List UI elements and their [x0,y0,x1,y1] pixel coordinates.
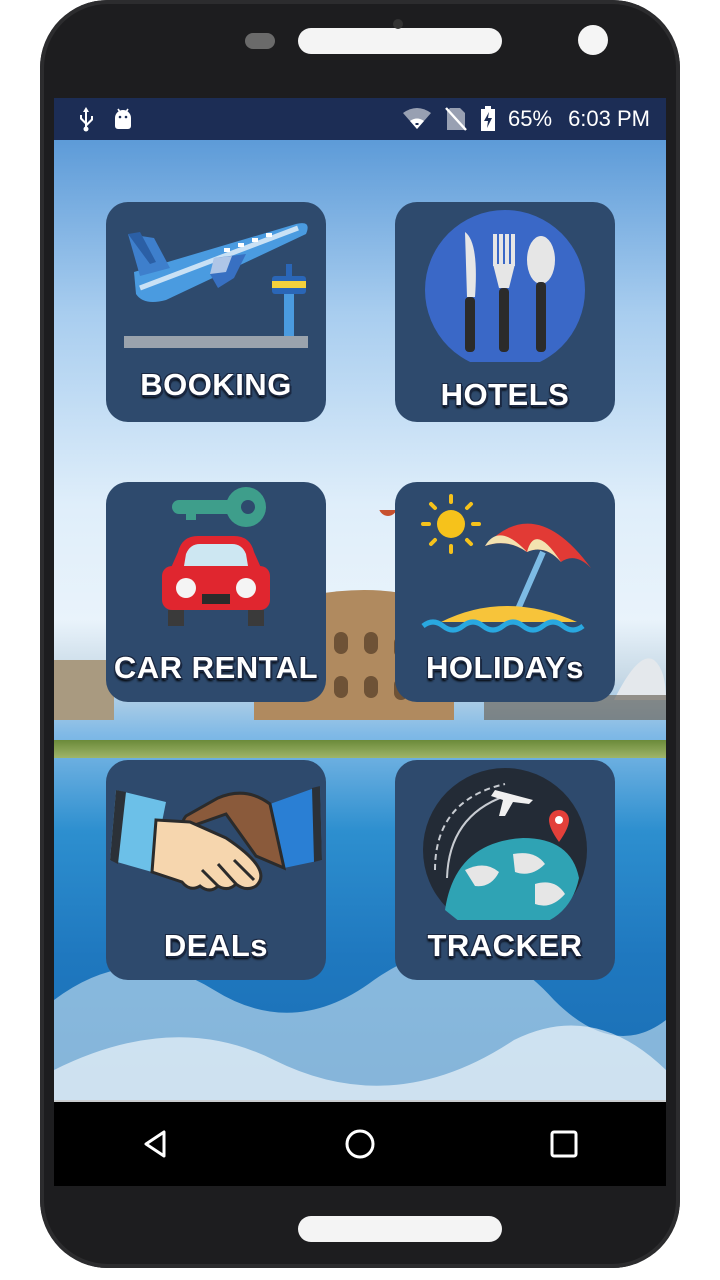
home-button[interactable] [320,1114,400,1174]
proximity-sensor [245,33,275,49]
no-sim-icon [445,107,467,131]
grass-strip [54,740,666,758]
home-icon [345,1129,375,1159]
tile-label-car-rental: CAR RENTAL [113,650,319,685]
tile-label-deals: DEALs [163,928,269,963]
tile-hotels[interactable]: HOTELS [395,202,615,422]
back-icon [144,1130,166,1158]
tile-booking[interactable]: BOOKING [106,202,326,422]
tile-car-rental[interactable]: CAR RENTAL [106,482,326,702]
sensor-dot [393,19,403,29]
usb-icon [80,107,93,132]
car-key-icon [162,487,270,626]
back-button[interactable] [116,1114,196,1174]
status-bar: 65% 6:03 PM [54,98,666,140]
battery-percentage: 65% [508,106,553,131]
navigation-bar [54,1102,666,1186]
beach-umbrella-icon [421,494,591,633]
recents-icon [550,1130,578,1158]
cutlery-icon [425,210,585,362]
screen: 65% 6:03 PM BOOKING HOTELS CAR RENTAL HO… [54,98,666,1186]
clock-time: 6:03 PM [568,106,650,131]
handshake-icon [110,786,322,892]
wifi-icon [403,108,432,129]
tile-label-booking: BOOKING [140,367,292,402]
recents-button[interactable] [524,1114,604,1174]
tile-label-hotels: HOTELS [440,377,570,412]
tile-label-tracker: TRACKER [427,928,583,963]
globe-flight-icon [423,768,587,920]
tile-tracker[interactable]: TRACKER [395,760,615,980]
bottom-speaker [298,1216,502,1242]
tile-deals[interactable]: DEALs [106,760,326,980]
tile-label-holidays: HOLIDAYs [426,650,584,685]
tile-holidays[interactable]: HOLIDAYs [395,482,615,702]
earpiece-speaker [298,28,502,54]
front-camera [578,25,608,55]
battery-charging-icon [481,106,496,131]
airplane-takeoff-icon [124,223,308,348]
android-debug-icon [115,108,131,129]
